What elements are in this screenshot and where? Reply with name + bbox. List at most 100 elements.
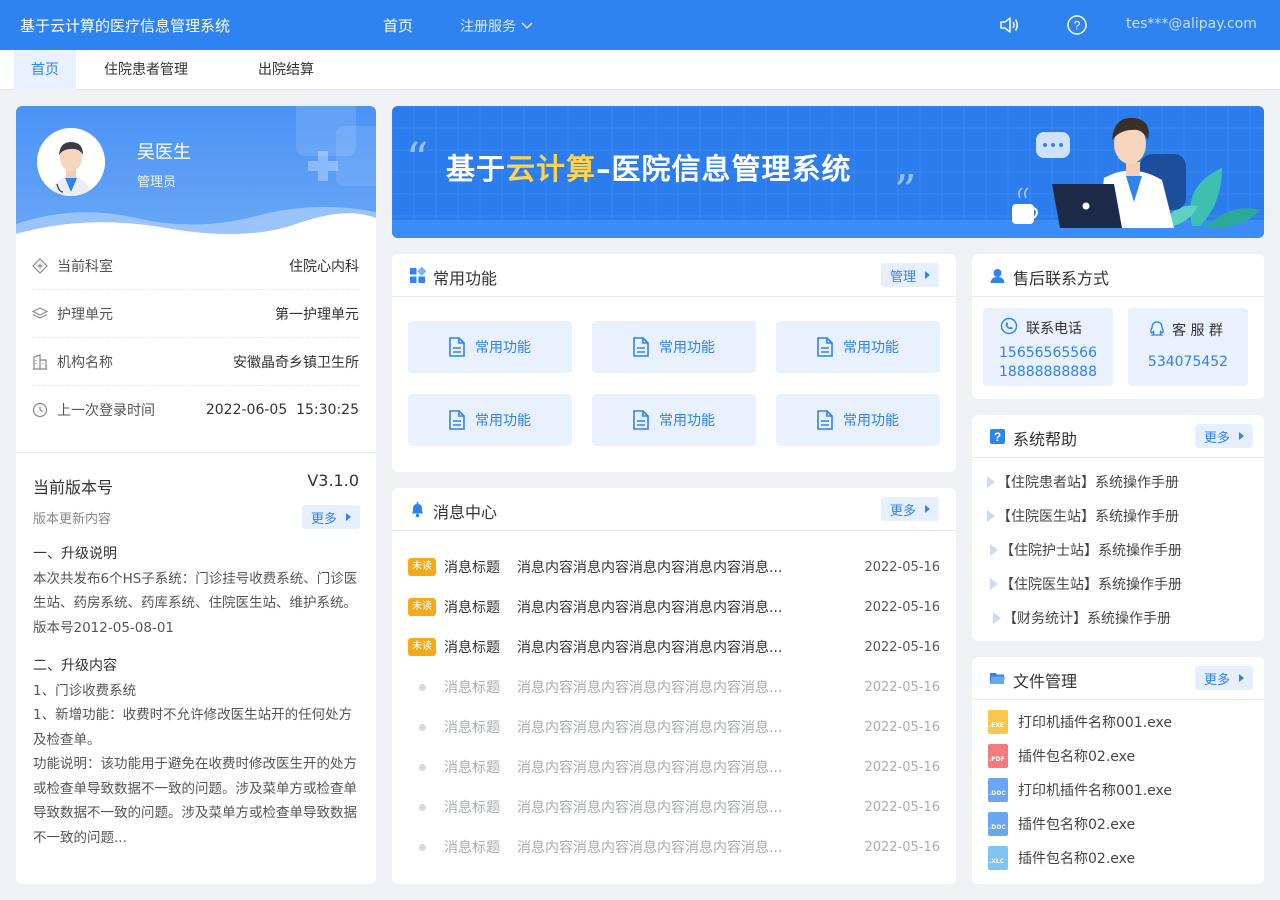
banner-title: 基于云计算–医院信息管理系统 (446, 146, 852, 188)
contact-card: 售后联系方式 联系电话 15656565566 18888888888 客 服 … (972, 254, 1264, 399)
phone-number[interactable]: 15656565566 (983, 344, 1113, 363)
help-manual-link[interactable]: 【住院医生站】系统操作手册 (990, 574, 1182, 594)
function-shortcut-button[interactable]: 常用功能 (592, 394, 756, 446)
tab-home[interactable]: 首页 (14, 50, 76, 90)
service-group-box: 客 服 群 534075452 (1128, 308, 1248, 386)
speaker-icon[interactable] (998, 14, 1020, 36)
grid-apps-icon (410, 267, 426, 283)
function-shortcut-button[interactable]: 常用功能 (592, 321, 756, 373)
card-header: 售后联系方式 (972, 254, 1264, 297)
building-icon (33, 353, 47, 370)
card-header: 消息中心 更多 (392, 488, 956, 531)
info-row-institution: 机构名称 安徽晶奇乡镇卫生所 (32, 338, 359, 386)
file-name: 插件包名称02.exe (1018, 851, 1136, 867)
function-shortcut-button[interactable]: 常用功能 (408, 321, 572, 373)
file-ext: .DOC (989, 790, 1006, 797)
info-value: 安徽晶奇乡镇卫生所 (233, 354, 359, 371)
function-label: 常用功能 (843, 340, 899, 356)
file-name: 插件包名称02.exe (1018, 749, 1136, 765)
card-title: 系统帮助 (1013, 430, 1078, 449)
function-shortcut-button[interactable]: 常用功能 (776, 394, 940, 446)
info-value: 第一护理单元 (275, 306, 359, 323)
files-more-button[interactable]: 更多 (1195, 666, 1253, 690)
message-title: 消息标题 (444, 760, 500, 776)
user-support-icon (990, 269, 1005, 283)
messages-more-button[interactable]: 更多 (881, 497, 939, 521)
info-value: 2022-06-05 15:30:25 (205, 402, 359, 418)
bell-icon (412, 502, 423, 518)
function-shortcut-button[interactable]: 常用功能 (408, 394, 572, 446)
message-row[interactable]: 未读 消息标题 消息内容消息内容消息内容消息内容消息... 2022-05-16 (408, 556, 940, 578)
message-row[interactable]: 消息标题 消息内容消息内容消息内容消息内容消息... 2022-05-16 (408, 676, 940, 698)
message-row[interactable]: 未读 消息标题 消息内容消息内容消息内容消息内容消息... 2022-05-16 (408, 596, 940, 618)
file-item[interactable]: .EXE 打印机插件名称001.exe (988, 710, 1172, 734)
file-item[interactable]: .PDF 插件包名称02.exe (988, 744, 1135, 768)
user-email[interactable]: tes***@alipay.com (1126, 16, 1257, 32)
phone-label: 联系电话 (1026, 321, 1082, 337)
function-shortcut-button[interactable]: 常用功能 (776, 321, 940, 373)
message-row[interactable]: 消息标题 消息内容消息内容消息内容消息内容消息... 2022-05-16 (408, 756, 940, 778)
help-manual-link[interactable]: 【住院护士站】系统操作手册 (990, 540, 1182, 560)
help-manual-label: 【住院医生站】系统操作手册 (997, 509, 1179, 525)
file-item[interactable]: .XLC 插件包名称02.exe (988, 846, 1135, 870)
group-label: 客 服 群 (1172, 323, 1223, 339)
file-management-card: 文件管理 更多 .EXE 打印机插件名称001.exe .PDF 插件包名称02.ex… (972, 657, 1264, 884)
info-value: 住院心内科 (289, 258, 359, 275)
group-number[interactable]: 534075452 (1128, 354, 1248, 370)
file-item[interactable]: .DOC 插件包名称02.exe (988, 812, 1135, 836)
document-icon (449, 410, 465, 430)
message-title: 消息标题 (444, 720, 500, 736)
doctor-name: 吴医生 (137, 142, 191, 163)
functions-manage-button[interactable]: 管理 (881, 263, 939, 287)
help-manual-label: 【住院护士站】系统操作手册 (1000, 543, 1182, 559)
more-label: 更多 (890, 503, 917, 519)
message-date: 2022-05-16 (864, 759, 940, 775)
caret-right-icon (925, 505, 930, 513)
phone-number[interactable]: 18888888888 (983, 363, 1113, 382)
message-row[interactable]: 未读 消息标题 消息内容消息内容消息内容消息内容消息... 2022-05-16 (408, 636, 940, 658)
nav-register-dropdown[interactable]: 注册服务 (460, 16, 533, 36)
triangle-bullet-icon (990, 544, 998, 556)
doctor-role: 管理员 (137, 175, 177, 190)
tab-inpatient-management[interactable]: 住院患者管理 (88, 50, 204, 90)
help-manual-label: 【财务统计】系统操作手册 (1003, 611, 1171, 627)
help-manual-link[interactable]: 【财务统计】系统操作手册 (993, 608, 1171, 628)
notes-paragraph: 1、新增功能：收费时不允许修改医生站开的任何处方及检查单。 (33, 707, 353, 748)
nav-home[interactable]: 首页 (383, 15, 413, 36)
message-row[interactable]: 消息标题 消息内容消息内容消息内容消息内容消息... 2022-05-16 (408, 716, 940, 738)
help-more-button[interactable]: 更多 (1195, 424, 1253, 448)
message-content: 消息内容消息内容消息内容消息内容消息... (517, 800, 783, 816)
app-title: 基于云计算的医疗信息管理系统 (20, 17, 231, 35)
svg-text:?: ? (994, 430, 1001, 444)
info-row-department: 当前科室 住院心内科 (32, 242, 359, 290)
triangle-bullet-icon (987, 510, 995, 522)
version-notes: 一、升级说明 本次共发布6个HS子系统：门诊挂号收费系统、门诊医生站、药房系统、… (33, 542, 363, 850)
card-header: 文件管理 更多 (972, 657, 1264, 700)
phone-numbers: 15656565566 18888888888 (983, 344, 1113, 382)
triangle-bullet-icon (993, 612, 1001, 624)
message-row[interactable]: 消息标题 消息内容消息内容消息内容消息内容消息... 2022-05-16 (408, 796, 940, 818)
file-item[interactable]: .DOC 打印机插件名称001.exe (988, 778, 1172, 802)
help-circle-icon[interactable]: ? (1066, 14, 1088, 36)
help-manual-link[interactable]: 【住院医生站】系统操作手册 (987, 506, 1179, 526)
more-label: 更多 (1204, 430, 1231, 446)
version-more-button[interactable]: 更多 (302, 505, 360, 529)
notes-section-title: 二、升级内容 (33, 658, 117, 674)
tab-discharge-settlement[interactable]: 出院结算 (244, 50, 328, 90)
folder-icon (990, 673, 1005, 684)
help-manual-label: 【住院患者站】系统操作手册 (997, 475, 1179, 491)
more-label: 更多 (1204, 672, 1231, 688)
help-manual-link[interactable]: 【住院患者站】系统操作手册 (987, 472, 1179, 492)
info-row-last-login: 上一次登录时间 2022-06-05 15:30:25 (32, 386, 359, 434)
svg-text:”: ” (894, 166, 917, 217)
message-date: 2022-05-16 (864, 839, 940, 855)
file-type-icon: .DOC (988, 778, 1008, 802)
file-name: 打印机插件名称001.exe (1018, 783, 1173, 799)
doctor-avatar-icon (37, 128, 105, 196)
file-name: 打印机插件名称001.exe (1018, 715, 1173, 731)
info-row-nursing-unit: 护理单元 第一护理单元 (32, 290, 359, 338)
card-title: 售后联系方式 (1013, 269, 1110, 288)
message-row[interactable]: 消息标题 消息内容消息内容消息内容消息内容消息... 2022-05-16 (408, 836, 940, 858)
profile-header: 吴医生 管理员 (16, 106, 376, 246)
unread-badge: 未读 (408, 638, 436, 656)
